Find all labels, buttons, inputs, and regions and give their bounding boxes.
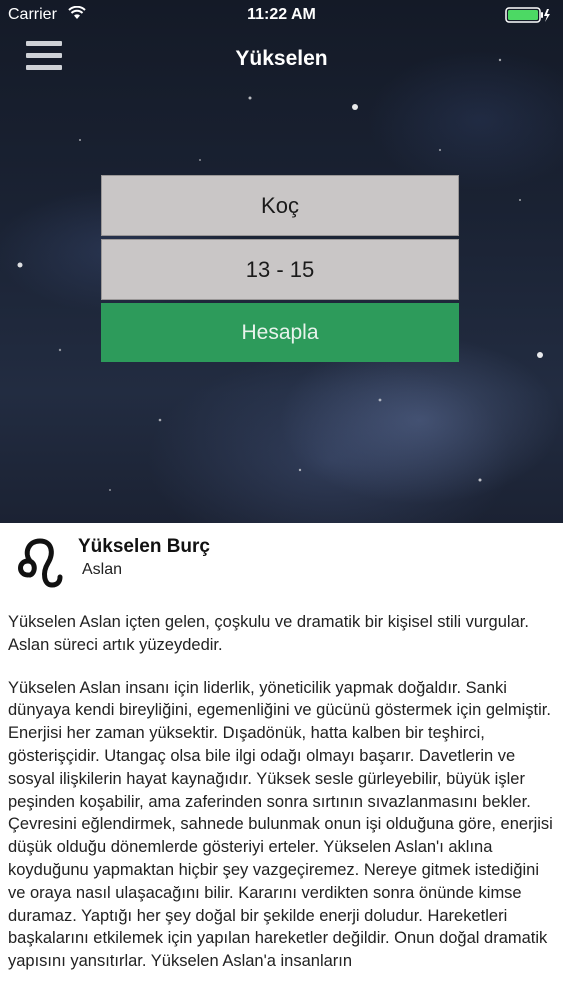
birth-hour-select[interactable]: 13 - 15 <box>101 239 459 300</box>
starfield-background: Carrier 11:22 AM Yükselen Koç 13 - 15 He… <box>0 0 563 523</box>
clock: 11:22 AM <box>247 6 316 23</box>
calculator-form: Koç 13 - 15 Hesapla <box>101 175 459 362</box>
description-paragraph: Yükselen Aslan insanı için liderlik, yön… <box>8 678 553 971</box>
battery-icon <box>505 7 550 23</box>
status-bar: Carrier 11:22 AM <box>0 0 563 30</box>
leo-sign-icon <box>18 538 63 588</box>
zodiac-sign-select[interactable]: Koç <box>101 175 459 236</box>
description-paragraph: Yükselen Aslan içten gelen, çoşkulu ve d… <box>8 613 529 654</box>
calculate-button[interactable]: Hesapla <box>101 303 459 362</box>
result-panel: Yükselen Burç Aslan Yükselen Aslan içten… <box>0 523 563 1000</box>
result-description: Yükselen Aslan içten gelen, çoşkulu ve d… <box>8 611 556 993</box>
result-sign: Aslan <box>82 561 123 578</box>
result-title: Yükselen Burç <box>78 536 210 557</box>
page-title: Yükselen <box>235 47 328 70</box>
